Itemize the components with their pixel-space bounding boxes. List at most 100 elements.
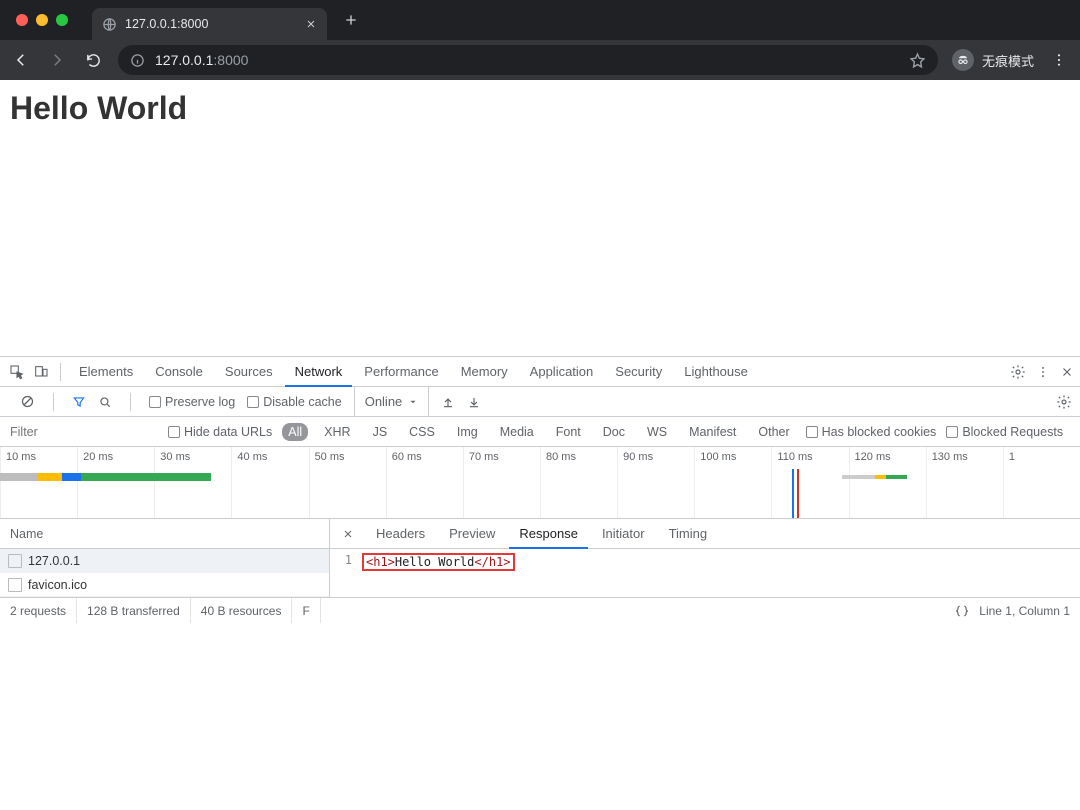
page-viewport: Hello World <box>0 80 1080 356</box>
filter-icon[interactable] <box>72 395 86 409</box>
browser-tab[interactable]: 127.0.0.1:8000 <box>92 8 327 40</box>
maximize-window-dot[interactable] <box>56 14 68 26</box>
incognito-indicator[interactable]: 无痕模式 <box>952 49 1034 71</box>
blocked-requests-checkbox[interactable]: Blocked Requests <box>946 425 1063 439</box>
network-timeline[interactable]: 10 ms 20 ms 30 ms 40 ms 50 ms 60 ms 70 m… <box>0 447 1080 519</box>
line-number: 1 <box>330 553 352 567</box>
address-bar[interactable]: 127.0.0.1:8000 <box>118 45 938 75</box>
status-requests: 2 requests <box>0 598 77 623</box>
search-icon[interactable] <box>98 395 112 409</box>
preserve-log-label: Preserve log <box>165 395 235 409</box>
page-heading: Hello World <box>10 90 1070 127</box>
status-truncated: F <box>292 598 320 623</box>
throttling-value: Online <box>365 394 403 409</box>
device-toolbar-icon[interactable] <box>30 361 52 383</box>
devtools-more-icon[interactable] <box>1036 365 1050 379</box>
filter-type-doc[interactable]: Doc <box>597 423 631 441</box>
filter-type-manifest[interactable]: Manifest <box>683 423 742 441</box>
has-blocked-cookies-label: Has blocked cookies <box>822 425 937 439</box>
window-controls[interactable] <box>12 14 72 26</box>
detail-tab-response[interactable]: Response <box>509 519 588 549</box>
has-blocked-cookies-checkbox[interactable]: Has blocked cookies <box>806 425 937 439</box>
browser-menu-button[interactable] <box>1048 49 1070 71</box>
request-name: 127.0.0.1 <box>28 554 80 568</box>
tick-label: 40 ms <box>237 451 267 463</box>
reload-button[interactable] <box>82 49 104 71</box>
filter-type-all[interactable]: All <box>282 423 308 441</box>
inspect-element-icon[interactable] <box>6 361 28 383</box>
timeline-bar <box>875 475 886 479</box>
network-settings-icon[interactable] <box>1056 394 1072 410</box>
devtools-tab-network[interactable]: Network <box>285 357 353 387</box>
clear-button[interactable] <box>20 394 35 409</box>
chevron-down-icon <box>408 397 418 407</box>
detail-close-icon[interactable] <box>334 528 362 540</box>
line-number-gutter: 1 <box>330 549 358 597</box>
timeline-bar <box>81 473 211 481</box>
filter-input[interactable] <box>8 424 158 440</box>
tab-close-icon[interactable] <box>305 18 317 30</box>
timeline-bar <box>38 473 62 481</box>
devtools-tab-elements[interactable]: Elements <box>69 357 143 387</box>
response-text: Hello World <box>395 555 474 569</box>
tab-title: 127.0.0.1:8000 <box>125 17 297 31</box>
incognito-label: 无痕模式 <box>982 51 1034 70</box>
pretty-print-icon[interactable] <box>955 604 969 618</box>
devtools-tab-memory[interactable]: Memory <box>451 357 518 387</box>
upload-har-icon[interactable] <box>441 395 455 409</box>
globe-icon <box>102 17 117 32</box>
blocked-requests-label: Blocked Requests <box>962 425 1063 439</box>
site-info-icon[interactable] <box>130 53 145 68</box>
devtools-tab-lighthouse[interactable]: Lighthouse <box>674 357 758 387</box>
filter-type-media[interactable]: Media <box>494 423 540 441</box>
filter-type-xhr[interactable]: XHR <box>318 423 356 441</box>
tick-label: 130 ms <box>932 451 968 463</box>
detail-tab-preview[interactable]: Preview <box>439 519 505 549</box>
request-list-header[interactable]: Name <box>0 519 329 549</box>
response-close-tag: </h1> <box>474 555 510 569</box>
timeline-bar <box>842 475 874 479</box>
download-har-icon[interactable] <box>467 395 481 409</box>
tick-label: 120 ms <box>855 451 891 463</box>
bookmark-star-icon[interactable] <box>909 52 926 69</box>
close-window-dot[interactable] <box>16 14 28 26</box>
devtools-close-icon[interactable] <box>1060 365 1074 379</box>
detail-tab-headers[interactable]: Headers <box>366 519 435 549</box>
hide-data-urls-checkbox[interactable]: Hide data URLs <box>168 425 272 439</box>
status-resources: 40 B resources <box>191 598 293 623</box>
devtools-tab-sources[interactable]: Sources <box>215 357 283 387</box>
back-button[interactable] <box>10 49 32 71</box>
tick-label: 60 ms <box>392 451 422 463</box>
devtools-tab-application[interactable]: Application <box>520 357 604 387</box>
throttling-select[interactable]: Online <box>354 387 430 416</box>
disable-cache-checkbox[interactable]: Disable cache <box>247 395 342 409</box>
devtools-tab-performance[interactable]: Performance <box>354 357 448 387</box>
tick-label: 70 ms <box>469 451 499 463</box>
devtools-settings-icon[interactable] <box>1010 364 1026 380</box>
filter-type-css[interactable]: CSS <box>403 423 441 441</box>
minimize-window-dot[interactable] <box>36 14 48 26</box>
tick-label: 1 <box>1009 451 1015 463</box>
filter-type-other[interactable]: Other <box>752 423 795 441</box>
new-tab-button[interactable] <box>337 6 365 34</box>
timeline-bar <box>62 473 81 481</box>
timeline-bar <box>886 475 908 479</box>
response-code[interactable]: <h1>Hello World</h1> <box>358 549 515 597</box>
filter-type-js[interactable]: JS <box>367 423 394 441</box>
request-row[interactable]: favicon.ico <box>0 573 329 597</box>
detail-tab-timing[interactable]: Timing <box>659 519 718 549</box>
filter-type-img[interactable]: Img <box>451 423 484 441</box>
request-row[interactable]: 127.0.0.1 <box>0 549 329 573</box>
filter-type-font[interactable]: Font <box>550 423 587 441</box>
tick-label: 20 ms <box>83 451 113 463</box>
filter-type-ws[interactable]: WS <box>641 423 673 441</box>
preserve-log-checkbox[interactable]: Preserve log <box>149 395 235 409</box>
tick-label: 110 ms <box>777 451 812 463</box>
incognito-icon <box>952 49 974 71</box>
timeline-marker-red <box>797 469 799 518</box>
file-icon <box>8 554 22 568</box>
devtools-tab-security[interactable]: Security <box>605 357 672 387</box>
devtools-tab-console[interactable]: Console <box>145 357 213 387</box>
detail-tab-initiator[interactable]: Initiator <box>592 519 655 549</box>
forward-button[interactable] <box>46 49 68 71</box>
